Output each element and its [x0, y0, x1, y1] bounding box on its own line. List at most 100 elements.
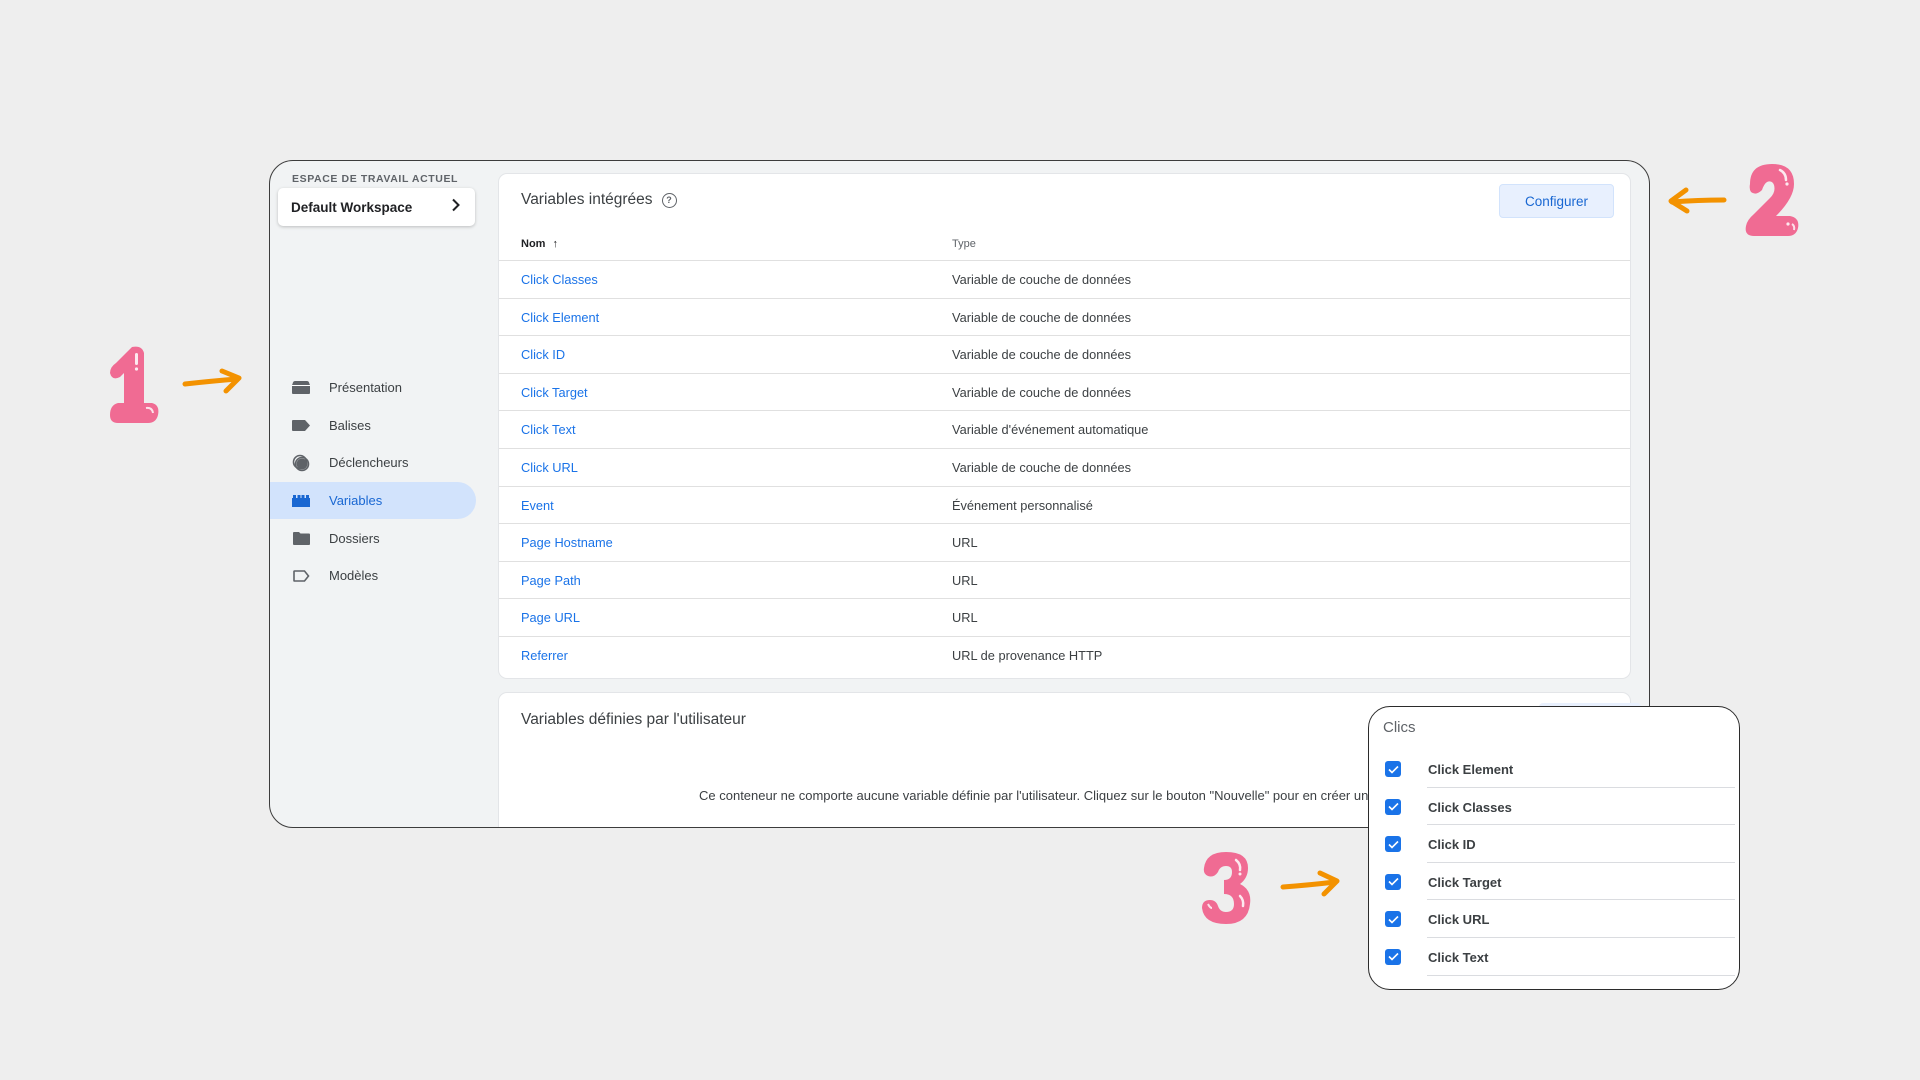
checkbox-checked[interactable] [1385, 873, 1401, 890]
sidebar-item-label: Balises [329, 417, 371, 433]
annotation-number-3 [1202, 852, 1251, 924]
empty-state-message: Ce conteneur ne comporte aucune variable… [699, 788, 1380, 803]
checklist-item: Click URL [1369, 900, 1739, 938]
sidebar-item-modeles[interactable]: Modèles [270, 557, 476, 595]
table-row: Page Path URL [499, 562, 1630, 600]
workspace-name: Default Workspace [291, 199, 413, 215]
variable-name-link[interactable]: Click URL [521, 460, 578, 475]
variable-name-link[interactable]: Page URL [521, 610, 580, 625]
sidebar-item-dossiers[interactable]: Dossiers [270, 519, 476, 557]
checkbox-checked[interactable] [1385, 761, 1401, 777]
table-row: Page Hostname URL [499, 524, 1630, 562]
variables-icon [292, 494, 310, 508]
clicks-section-title: Clics [1383, 719, 1416, 736]
table-row: Click Target Variable de couche de donnée… [499, 374, 1630, 412]
sidebar-item-label: Variables [329, 493, 383, 509]
chevron-right-icon [451, 198, 461, 217]
variable-type: Variable de couche de données [952, 347, 1132, 363]
column-header-name-label: Nom [521, 238, 546, 250]
folder-icon [292, 531, 310, 545]
sort-arrow-up-icon: ↑ [552, 238, 559, 250]
annotation-number-1 [110, 346, 159, 423]
trigger-icon [292, 454, 310, 472]
checklist-label: Click URL [1428, 912, 1490, 928]
column-header-name[interactable]: Nom ↑ [521, 238, 558, 250]
variable-type: Événement personnalisé [952, 497, 1093, 513]
sidebar-item-label: Présentation [329, 380, 402, 396]
table-row: Click Classes Variable de couche de donné… [499, 261, 1630, 299]
variable-type: URL [952, 572, 978, 588]
builtin-variables-card: Variables intégrées ? Configurer Nom ↑ T… [499, 174, 1630, 678]
checkbox-checked[interactable] [1385, 798, 1401, 815]
sidebar-item-declencheurs[interactable]: Déclencheurs [270, 444, 476, 482]
variable-name-link[interactable]: Page Path [521, 573, 581, 588]
sidebar-item-presentation[interactable]: Présentation [270, 369, 476, 407]
variable-name-link[interactable]: Click ID [521, 347, 565, 362]
column-header-type[interactable]: Type [952, 238, 976, 250]
annotation-arrow-right-3 [1280, 870, 1340, 897]
workspace-selector[interactable]: Default Workspace [278, 188, 475, 226]
variables-table-body: Click Classes Variable de couche de donné… [499, 261, 1630, 675]
checklist-label: Click ID [1428, 837, 1476, 853]
clicks-checklist: Click Element Click Classes Click ID Cli… [1369, 750, 1739, 976]
sidebar-item-label: Dossiers [329, 530, 380, 546]
clicks-config-panel: Clics Click Element Click Classes Click … [1368, 706, 1740, 990]
table-row: Click ID Variable de couche de données [499, 336, 1630, 374]
variable-type: URL [952, 610, 978, 626]
sidebar-item-balises[interactable]: Balises [270, 407, 476, 445]
checklist-item: Click Element [1369, 750, 1739, 788]
table-row: Page URL URL [499, 599, 1630, 637]
sidebar-item-label: Modèles [329, 568, 379, 584]
checkmark-icon [1387, 878, 1399, 886]
checkmark-icon [1387, 803, 1399, 811]
template-icon [292, 569, 310, 583]
table-header: Nom ↑ Type [499, 232, 1630, 261]
checklist-item: Click Classes [1369, 788, 1739, 826]
checkmark-icon [1387, 840, 1399, 849]
variable-type: Variable de couche de données [952, 272, 1132, 287]
sidebar-nav: Présentation Balises Déclencheurs Variab… [270, 369, 476, 595]
user-defined-variables-title: Variables définies par l'utilisateur [521, 711, 746, 728]
variable-name-link[interactable]: Click Element [521, 310, 599, 325]
sidebar-item-variables[interactable]: Variables [270, 481, 476, 520]
help-icon[interactable]: ? [661, 192, 677, 208]
table-row: Click URL Variable de couche de données [499, 449, 1630, 487]
variable-type: Variable d'événement automatique [952, 422, 1149, 438]
checkmark-icon [1387, 765, 1399, 774]
workspace-label: ESPACE DE TRAVAIL ACTUEL [292, 173, 459, 185]
checkbox-checked[interactable] [1385, 836, 1401, 853]
variable-name-link[interactable]: Click Target [521, 385, 588, 400]
checklist-item: Click ID [1369, 825, 1739, 863]
checkbox-checked[interactable] [1385, 911, 1401, 928]
checkmark-icon [1387, 953, 1399, 962]
overview-icon [292, 381, 310, 395]
checklist-label: Click Classes [1428, 799, 1512, 815]
variable-type: Variable de couche de données [952, 384, 1132, 400]
tag-icon [292, 418, 310, 432]
table-row: Click Element Variable de couche de donné… [499, 299, 1630, 337]
variable-name-link[interactable]: Page Hostname [521, 535, 613, 550]
checkbox-checked[interactable] [1385, 948, 1401, 965]
card-title: Variables intégrées ? [521, 191, 677, 209]
variable-name-link[interactable]: Click Classes [521, 272, 598, 287]
table-row: Click Text Variable d'événement automatiq… [499, 411, 1630, 449]
divider [1427, 974, 1735, 976]
variable-type: URL de provenance HTTP [952, 647, 1103, 663]
variable-name-link[interactable]: Referrer [521, 648, 568, 663]
variable-type: URL [952, 535, 978, 551]
annotation-arrow-right-1 [182, 368, 242, 394]
checklist-label: Click Element [1428, 762, 1514, 777]
checklist-item: Click Text [1369, 938, 1739, 976]
sidebar-item-label: Déclencheurs [329, 455, 409, 471]
variable-name-link[interactable]: Click Text [521, 422, 576, 437]
table-row: Event Événement personnalisé [499, 487, 1630, 525]
checklist-item: Click Target [1369, 863, 1739, 901]
configure-button[interactable]: Configurer [1499, 184, 1614, 218]
table-row: Referrer URL de provenance HTTP [499, 637, 1630, 675]
variable-name-link[interactable]: Event [521, 498, 554, 513]
variable-type: Variable de couche de données [952, 309, 1132, 325]
checkmark-icon [1387, 915, 1399, 924]
builtin-variables-title: Variables intégrées [521, 191, 653, 208]
checklist-label: Click Target [1428, 874, 1502, 890]
annotation-arrow-left-2 [1668, 187, 1727, 214]
